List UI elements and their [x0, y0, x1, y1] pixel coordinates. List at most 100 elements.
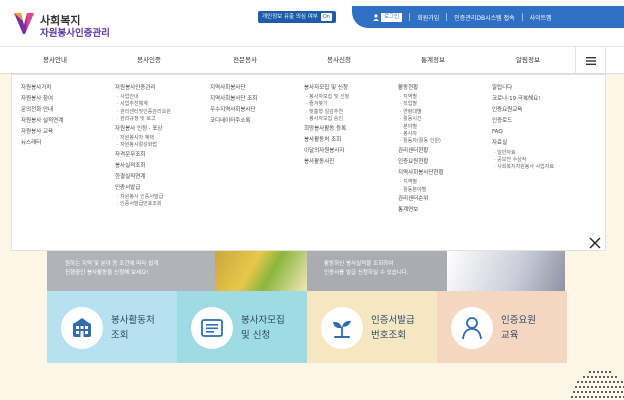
menu-link[interactable]: 봉사활동처 조회	[304, 135, 349, 146]
menu-link[interactable]: 인증요원현황	[398, 157, 444, 168]
tile-volunteer-recruit-apply[interactable]: 봉사자모집 및 신청	[177, 291, 307, 363]
menu-link[interactable]: 자료실	[492, 138, 554, 149]
submenu-link[interactable]: · 봉사자모집 승인	[304, 116, 349, 123]
logo-v-icon[interactable]	[13, 11, 35, 35]
sitemap-link[interactable]: 사이트맵	[523, 13, 559, 22]
privacy-leak-label: 개인정보 유출 의심 여부	[262, 14, 318, 20]
menu-link[interactable]: 자원봉사가치	[21, 83, 63, 94]
menu-link[interactable]: 인증서발급	[115, 183, 171, 194]
privacy-leak-toggle[interactable]: 개인정보 유출 의심 여부 On	[258, 11, 336, 23]
tile-label: 봉사활동처 조회	[111, 315, 155, 341]
menu-link[interactable]: 자격운무조회	[115, 150, 171, 161]
tile-icon-circle	[61, 307, 103, 349]
menu-link[interactable]: 우수지역사회봉사단	[210, 105, 257, 116]
banner-left-panel: 원하는 지역 및 분야 등 조건에 따라 쉽게 진행중인 봉사활동을 신청해 보…	[47, 251, 215, 291]
submenu-link[interactable]: · 분야별	[398, 124, 444, 131]
submenu-link[interactable]: · 활동분야별	[398, 187, 444, 194]
menu-link[interactable]: 지역사회봉사단	[210, 83, 257, 94]
submenu-link[interactable]: · 활동시간	[398, 116, 444, 123]
submenu-link[interactable]: · 자원봉사활성화법	[115, 142, 171, 149]
mega-col-notices: 알립니다 코로나-19 극복해요! 인증요원교육 인증로드 FAQ 자료실 · 일반자료 · …	[492, 83, 554, 172]
mega-col-certification: 자원봉사인증관리 · 사업안내 · 사업추진체계 · 관리센터및인증관리요원 · 관리규…	[115, 83, 171, 209]
menu-link[interactable]: 자원봉사 참여	[21, 94, 63, 105]
login-label: 로그인	[381, 12, 403, 22]
all-menu-button[interactable]	[575, 47, 606, 74]
main-nav: 봉사안내 봉사인증 전문봉사 봉사신청 통계정보 알림정보	[0, 46, 624, 74]
submenu-link[interactable]: · 지역별	[398, 179, 444, 186]
privacy-leak-state: On	[320, 13, 332, 21]
menu-link[interactable]: 자원봉사인증관리	[115, 83, 171, 94]
mega-col-statistics: 활동현황 · 지역별 · 직업별 · 연령대별 · 활동시간 · 분야별 · 봉사자 · 활동…	[398, 83, 444, 216]
tile-certifier-education[interactable]: 인증요원 교육	[437, 291, 567, 363]
tile-label: 인증서발급 번호조회	[371, 315, 415, 341]
menu-link[interactable]: 봉사실적조회	[115, 161, 171, 172]
menu-link[interactable]: 인증요원교육	[492, 105, 554, 116]
hamburger-icon	[585, 56, 596, 65]
menu-link[interactable]: 문의전화 안내	[21, 105, 63, 116]
menu-link[interactable]: 이달의자원봉사자	[304, 146, 349, 157]
nav-volunteer-guide[interactable]: 봉사안내	[8, 47, 102, 74]
submenu-link[interactable]: · 즐겨찾기	[304, 101, 349, 108]
banner-photo-computer	[447, 251, 565, 291]
menu-link[interactable]: 자원봉사 실적연계	[21, 116, 63, 127]
banner-left-line2: 진행중인 봉사활동을 신청해 보세요!	[65, 270, 149, 276]
menu-link[interactable]: 봉사자모집 및 신청	[304, 83, 349, 94]
menu-link[interactable]: 희망봉사활동 등록	[304, 124, 349, 135]
menu-link[interactable]: 코로나-19 극복해요!	[492, 94, 554, 105]
menu-link[interactable]: 알립니다	[492, 83, 554, 94]
site-header: 사회복지 자원봉사인증관리 개인정보 유출 의심 여부 On 로그인 회원가입 …	[0, 0, 624, 46]
menu-link[interactable]: 뉴스레터	[21, 138, 63, 149]
sprout-icon	[333, 320, 351, 338]
person-icon	[462, 317, 482, 340]
menu-link[interactable]: 관리센터순위	[398, 194, 444, 205]
tile-label: 봉사자모집 및 신청	[241, 315, 285, 341]
menu-link[interactable]: 코디네이터주소록	[210, 116, 257, 127]
hero-banner: 원하는 지역 및 분야 등 조건에 따라 쉽게 진행중인 봉사활동을 신청해 보…	[47, 251, 565, 291]
login-link[interactable]: 로그인	[366, 12, 409, 22]
tile-label: 인증요원 교육	[501, 315, 536, 341]
menu-link[interactable]: 지역사회봉사단 조회	[210, 94, 257, 105]
banner-left-line1: 원하는 지역 및 분야 등 조건에 따라 쉽게	[65, 261, 159, 267]
submenu-link[interactable]: · 사업추진체계	[115, 101, 171, 108]
tile-icon-circle	[321, 307, 363, 349]
menu-link[interactable]: 활동현황	[398, 83, 444, 94]
tile-icon-circle	[191, 307, 233, 349]
menu-link[interactable]: 봉사활동사진	[304, 157, 349, 168]
menu-link[interactable]: 지역사회봉사단현황	[398, 168, 444, 179]
menu-link[interactable]: 한결실적연계	[115, 172, 171, 183]
submenu-link[interactable]: · 일반자료	[492, 150, 554, 157]
nav-volunteer-apply[interactable]: 봉사신청	[292, 47, 386, 74]
banner-right-line2: 인증서를 발급 신청하실 수 있습니다.	[324, 270, 409, 276]
menu-link[interactable]: 인증로드	[492, 116, 554, 127]
nav-statistics[interactable]: 통계정보	[386, 47, 480, 74]
list-board-icon	[201, 319, 223, 337]
banner-right-panel: 활동하신 봉사실적을 조회하여 인증서를 발급 신청하실 수 있습니다.	[307, 251, 447, 291]
menu-link[interactable]: 관리센터현황	[398, 146, 444, 157]
nav-volunteer-certification[interactable]: 봉사인증	[102, 47, 196, 74]
submenu-link[interactable]: · 인증서발급번호조회	[115, 201, 171, 208]
close-menu-icon[interactable]	[588, 236, 602, 250]
banner-photo-volunteer	[215, 251, 307, 291]
join-link[interactable]: 회원가입	[410, 13, 446, 22]
submenu-link[interactable]: · 활동자(활동 인원)	[398, 138, 444, 145]
utility-bar: 로그인 회원가입 인증관리DB시스템 접속 사이트맵	[352, 6, 624, 28]
submenu-link[interactable]: · 관리규정 및 로고	[115, 116, 171, 123]
nav-notices[interactable]: 알림정보	[481, 47, 575, 74]
tile-certificate-number-search[interactable]: 인증서발급 번호조회	[307, 291, 437, 363]
idb-system-link[interactable]: 인증관리DB시스템 접속	[447, 13, 521, 22]
submenu-link[interactable]: · 직업별	[398, 101, 444, 108]
mega-col-apply: 봉사자모집 및 신청 · 봉사자모집 및 신청 · 즐겨찾기 · 맞춤형 일감추천 · …	[304, 83, 349, 168]
menu-link[interactable]: 자원봉사 인정 · 포상	[115, 124, 171, 135]
menu-link[interactable]: FAQ	[492, 127, 554, 138]
quick-menu: 봉사활동처 조회 봉사자모집 및 신청 인증서발급 번호조회 인증요원 교육	[47, 291, 567, 363]
tile-volunteer-place-search[interactable]: 봉사활동처 조회	[47, 291, 177, 363]
submenu-link[interactable]: · 사회복지자원봉사 사업자료	[492, 164, 554, 171]
banner-right-line1: 활동하신 봉사실적을 조회하여	[324, 261, 394, 267]
mega-col-professional: 지역사회봉사단 지역사회봉사단 조회 우수지역사회봉사단 코디네이터주소록	[210, 83, 257, 127]
tile-icon-circle	[451, 307, 493, 349]
menu-link[interactable]: 자원봉사 교육	[21, 127, 63, 138]
menu-link[interactable]: 통계연보	[398, 205, 444, 216]
logo-subtitle[interactable]: 자원봉사인증관리	[40, 25, 110, 39]
decorative-dots	[571, 371, 624, 398]
nav-professional-volunteer[interactable]: 전문봉사	[198, 47, 292, 74]
